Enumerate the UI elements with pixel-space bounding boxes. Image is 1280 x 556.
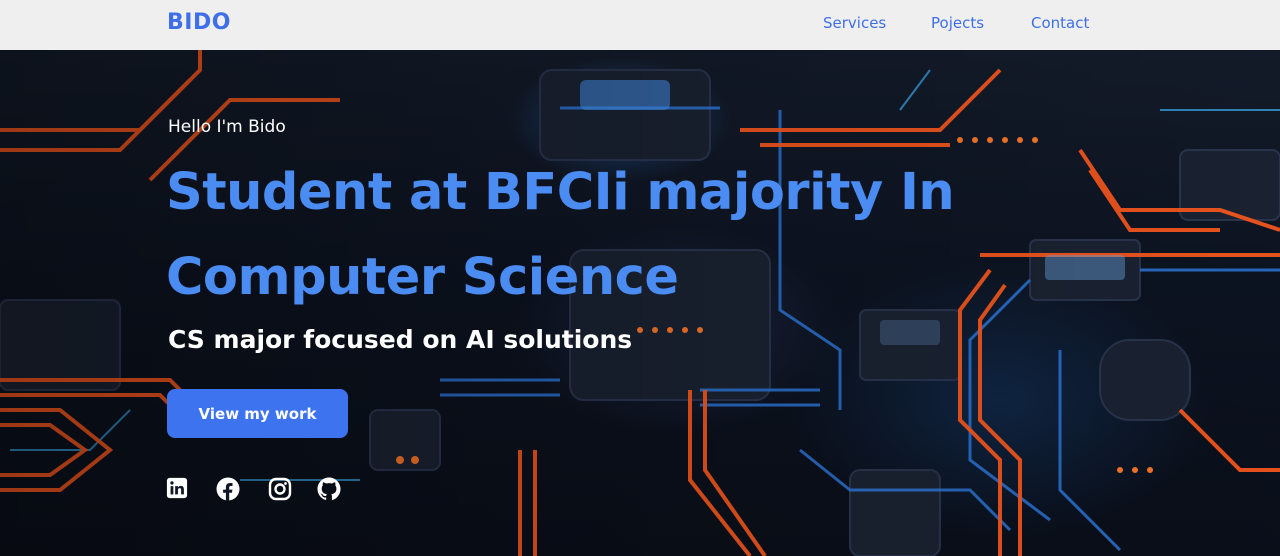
nav-link-projects[interactable]: Pojects — [931, 14, 984, 32]
nav-link-services[interactable]: Services — [823, 14, 886, 32]
hero-greeting: Hello I'm Bido — [168, 117, 286, 137]
view-my-work-button[interactable]: View my work — [167, 389, 348, 438]
site-logo[interactable]: BIDO — [167, 10, 231, 35]
site-header: BIDO Services Pojects Contact — [0, 0, 1280, 50]
hero-tagline: CS major focused on AI solutions — [168, 325, 633, 354]
hero-headline: Student at BFCIi majority In Computer Sc… — [166, 163, 955, 307]
instagram-icon[interactable] — [268, 477, 292, 501]
nav-link-contact[interactable]: Contact — [1031, 14, 1089, 32]
linkedin-icon[interactable] — [166, 477, 190, 501]
facebook-icon[interactable] — [216, 477, 240, 501]
github-icon[interactable] — [317, 477, 341, 501]
